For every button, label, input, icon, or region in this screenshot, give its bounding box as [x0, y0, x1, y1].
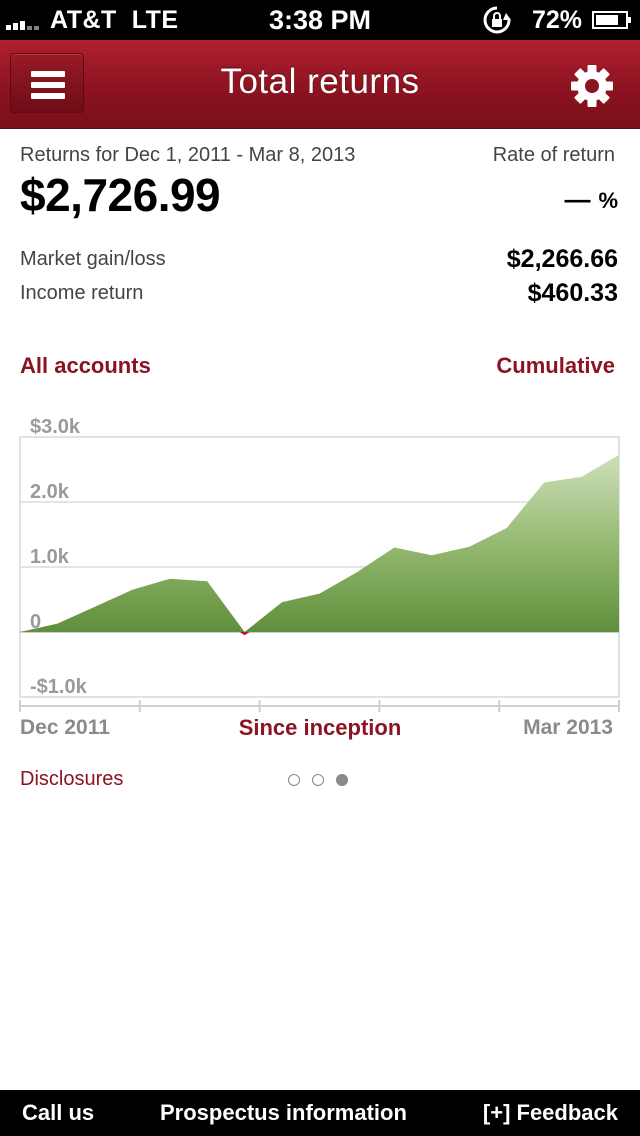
page-title: Total returns — [220, 62, 420, 101]
negative-return-marker — [239, 632, 250, 636]
status-bar: AT&T LTE 3:38 PM 72% — [0, 0, 640, 40]
y-tick-label: $3.0k — [30, 416, 81, 438]
page-dot-active[interactable] — [336, 774, 348, 786]
rate-of-return-label: Rate of return — [492, 144, 615, 166]
accounts-selector[interactable]: All accounts — [20, 353, 151, 379]
income-return-value: $460.33 — [527, 279, 618, 307]
income-return-label: Income return — [20, 282, 144, 304]
prospectus-button[interactable]: Prospectus information — [160, 1100, 407, 1126]
battery-percent: 72% — [532, 6, 583, 34]
feedback-button[interactable]: [+] Feedback — [483, 1100, 618, 1126]
mode-selector[interactable]: Cumulative — [496, 353, 615, 379]
page-dot[interactable] — [312, 774, 324, 786]
rotation-lock-icon — [483, 6, 511, 34]
y-tick-label: 2.0k — [30, 481, 70, 503]
nav-bar: Total returns — [0, 40, 640, 129]
returns-period: Returns for Dec 1, 2011 - Mar 8, 2013 — [20, 144, 356, 166]
returns-area — [20, 454, 619, 632]
page-dot[interactable] — [288, 774, 300, 786]
market-gain-label: Market gain/loss — [20, 248, 166, 270]
returns-chart: $3.0k 2.0k 1.0k 0 -$1.0k — [19, 416, 620, 712]
market-gain-value: $2,266.66 — [506, 245, 618, 273]
total-return-value: $2,726.99 — [20, 169, 221, 221]
y-tick-label: 0 — [30, 611, 41, 633]
gear-icon[interactable] — [568, 62, 616, 110]
rate-unit: % — [598, 188, 618, 213]
rate-value: — — [564, 184, 591, 214]
y-tick-label: -$1.0k — [30, 676, 88, 698]
bottom-toolbar: Call us Prospectus information [+] Feedb… — [0, 1090, 640, 1136]
call-us-button[interactable]: Call us — [22, 1100, 94, 1126]
rate-of-return-value: —% — [564, 184, 618, 215]
y-tick-label: 1.0k — [30, 546, 70, 568]
chart-end-label: Mar 2013 — [523, 716, 613, 739]
page-indicator[interactable] — [288, 774, 352, 788]
battery-icon — [592, 11, 631, 29]
disclosures-link[interactable]: Disclosures — [20, 768, 123, 791]
